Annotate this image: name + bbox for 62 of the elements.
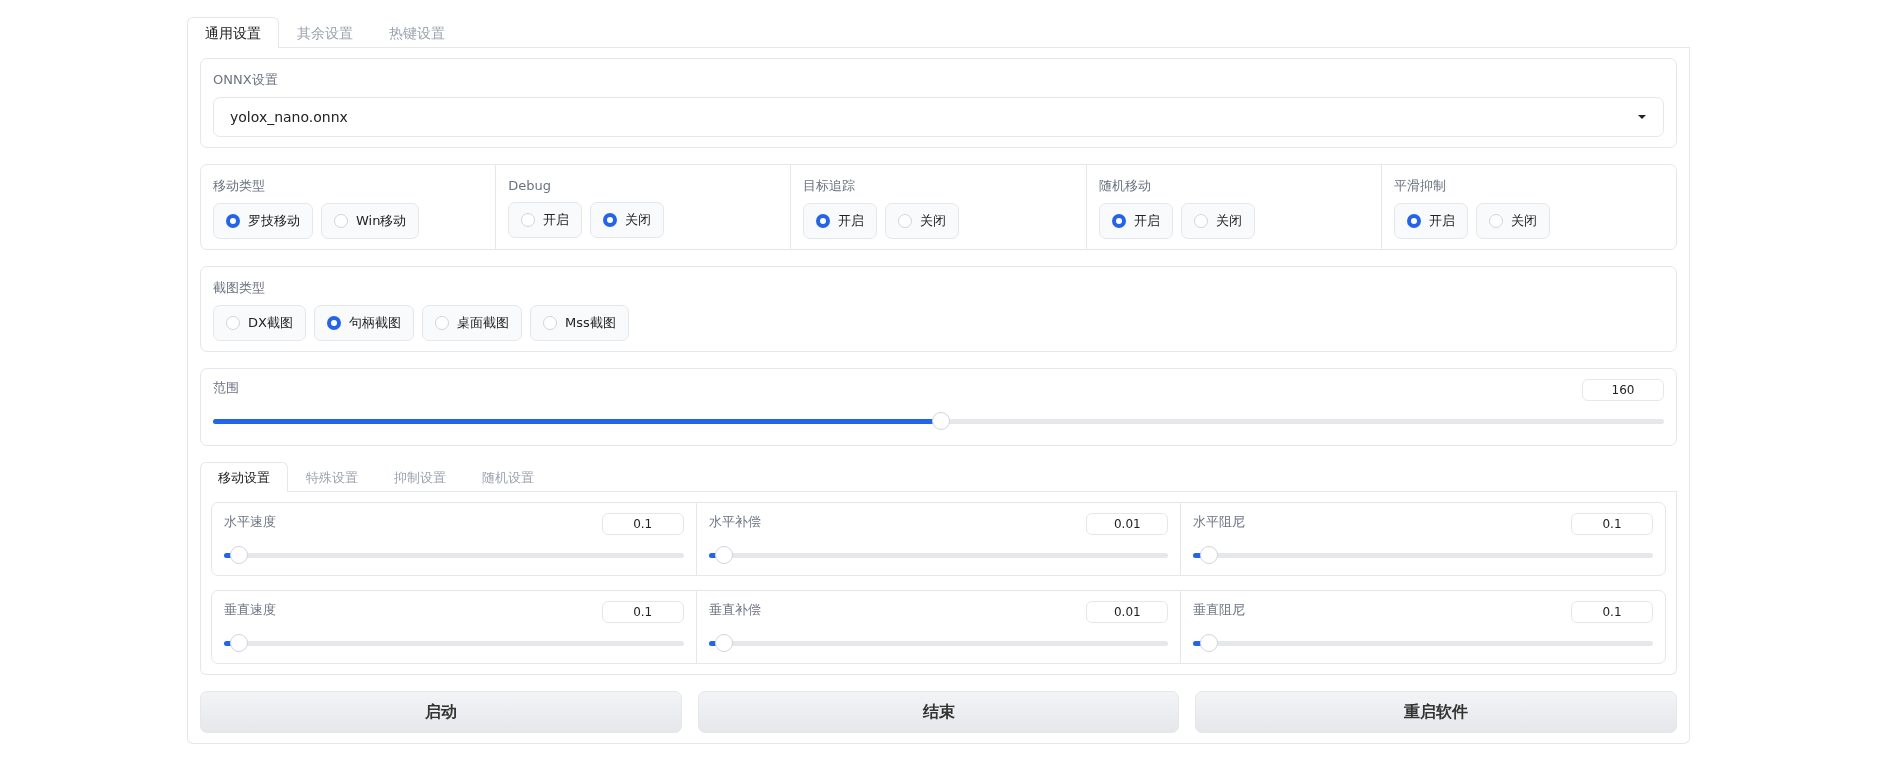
number-field[interactable]: 0.1 bbox=[601, 513, 684, 535]
slider-label: 垂直阻尼 bbox=[1193, 601, 1246, 619]
radio-option[interactable]: 关闭 bbox=[590, 202, 665, 238]
radio-icon[interactable] bbox=[226, 214, 240, 228]
radio-option[interactable]: DX截图 bbox=[213, 305, 306, 341]
slider-thumb[interactable] bbox=[931, 412, 950, 430]
radio-option[interactable]: 句柄截图 bbox=[313, 305, 414, 341]
number-field[interactable]: 0.1 bbox=[1571, 513, 1653, 535]
slider-label: 水平补偿 bbox=[708, 513, 761, 531]
radio-icon[interactable] bbox=[1406, 214, 1421, 228]
caret-icon bbox=[1637, 114, 1647, 120]
radio-icon[interactable] bbox=[603, 213, 618, 227]
slider-label: 水平阻尼 bbox=[1193, 513, 1246, 531]
radio-option[interactable]: 桌面截图 bbox=[421, 305, 522, 341]
slider-track[interactable] bbox=[1193, 633, 1653, 653]
radio-option[interactable]: 开启 bbox=[1098, 203, 1173, 239]
slider-track[interactable] bbox=[1193, 545, 1653, 565]
slider-track[interactable] bbox=[708, 545, 1169, 565]
dropdown[interactable]: yolox_nano.onnx bbox=[213, 97, 1664, 137]
group-label: 目标追踪 bbox=[803, 178, 856, 193]
slider-label: 水平速度 bbox=[224, 513, 276, 531]
slider-label: 垂直补偿 bbox=[708, 601, 761, 619]
slider-thumb[interactable] bbox=[230, 546, 249, 564]
slider-thumb[interactable] bbox=[715, 634, 734, 652]
number-field[interactable]: 160 bbox=[1582, 379, 1664, 401]
slider-thumb[interactable] bbox=[230, 634, 249, 652]
slider-label: 垂直速度 bbox=[224, 601, 276, 619]
action-button[interactable]: 启动 bbox=[200, 691, 682, 733]
radio-option[interactable]: 开启 bbox=[1393, 203, 1468, 239]
radio-option[interactable]: 关闭 bbox=[1475, 203, 1550, 239]
radio-icon[interactable] bbox=[326, 316, 341, 330]
radio-option[interactable]: Mss截图 bbox=[529, 305, 629, 341]
slider-track[interactable] bbox=[708, 633, 1169, 653]
tab[interactable]: 通用设置 bbox=[187, 17, 279, 48]
slider-track[interactable] bbox=[224, 633, 684, 653]
slider-track[interactable] bbox=[224, 545, 684, 565]
action-button[interactable]: 重启软件 bbox=[1195, 691, 1677, 733]
group-label: 随机移动 bbox=[1098, 178, 1151, 193]
group-label: 截图类型 bbox=[213, 280, 265, 295]
radio-option[interactable]: 关闭 bbox=[1180, 203, 1255, 239]
radio-option[interactable]: 关闭 bbox=[885, 203, 960, 239]
slider-thumb[interactable] bbox=[1199, 634, 1218, 652]
action-button[interactable]: 结束 bbox=[697, 691, 1180, 733]
radio-option[interactable]: 开启 bbox=[803, 203, 878, 239]
field-label: ONNX设置 bbox=[213, 72, 278, 87]
slider-track[interactable] bbox=[213, 411, 1664, 431]
group-label: 平滑抑制 bbox=[1393, 178, 1446, 193]
number-field[interactable]: 0.1 bbox=[1571, 601, 1653, 623]
tab[interactable]: 移动设置 bbox=[200, 462, 288, 492]
radio-option[interactable]: 罗技移动 bbox=[213, 203, 313, 239]
number-field[interactable]: 0.1 bbox=[601, 601, 684, 623]
number-field[interactable]: 0.01 bbox=[1086, 601, 1169, 623]
slider-thumb[interactable] bbox=[1199, 546, 1218, 564]
slider-label: 范围 bbox=[213, 379, 239, 397]
radio-icon[interactable] bbox=[816, 214, 831, 228]
radio-option[interactable]: 开启 bbox=[508, 202, 583, 238]
radio-icon[interactable] bbox=[1111, 214, 1126, 228]
slider-thumb[interactable] bbox=[715, 546, 734, 564]
number-field[interactable]: 0.01 bbox=[1086, 513, 1169, 535]
group-label: 移动类型 bbox=[213, 178, 265, 193]
radio-option[interactable]: Win移动 bbox=[321, 203, 420, 239]
group-label: Debug bbox=[508, 178, 551, 193]
